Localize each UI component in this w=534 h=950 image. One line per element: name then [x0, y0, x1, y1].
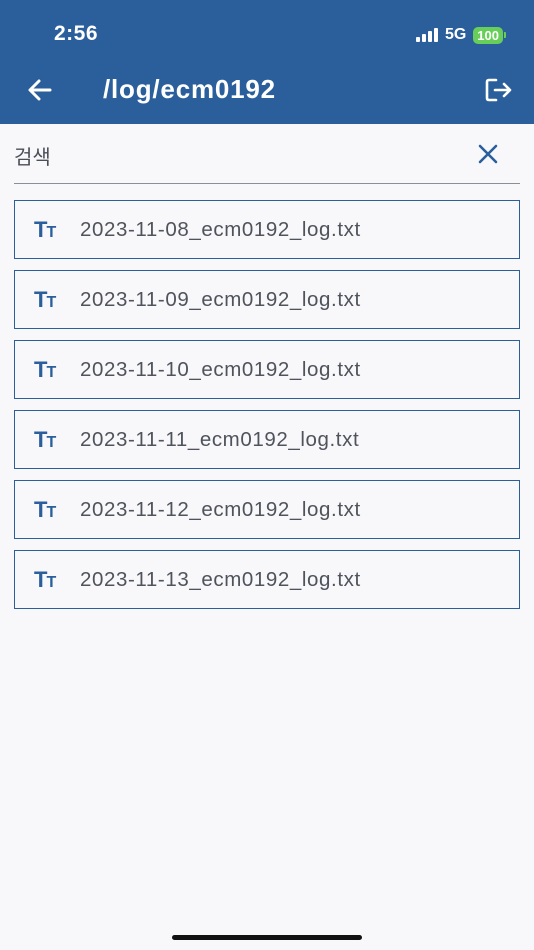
text-format-icon: TT: [34, 566, 56, 592]
search-bar: [14, 130, 520, 184]
file-name: 2023-11-10_ecm0192_log.txt: [80, 357, 361, 381]
logout-button[interactable]: [480, 72, 516, 108]
text-format-icon: TT: [34, 286, 56, 312]
text-format-icon: TT: [34, 496, 56, 522]
network-type: 5G: [444, 26, 467, 43]
logout-icon: [485, 78, 512, 102]
list-item[interactable]: TT 2023-11-09_ecm0192_log.txt: [14, 270, 520, 329]
list-item[interactable]: TT 2023-11-08_ecm0192_log.txt: [14, 200, 520, 259]
app-header: 2:56 5G 100 /log/ecm0192: [0, 0, 534, 124]
list-item[interactable]: TT 2023-11-10_ecm0192_log.txt: [14, 340, 520, 399]
battery-level: 100: [473, 26, 503, 44]
close-icon: [478, 144, 498, 164]
clear-search-button[interactable]: [474, 140, 502, 168]
battery-icon: 100: [473, 26, 506, 44]
file-list: TT 2023-11-08_ecm0192_log.txt TT 2023-11…: [14, 200, 520, 620]
list-item[interactable]: TT 2023-11-11_ecm0192_log.txt: [14, 410, 520, 469]
file-name: 2023-11-08_ecm0192_log.txt: [80, 217, 361, 241]
text-format-icon: TT: [34, 356, 56, 382]
text-format-icon: TT: [34, 216, 56, 242]
signal-icon: [415, 28, 438, 42]
file-name: 2023-11-11_ecm0192_log.txt: [80, 427, 360, 451]
file-name: 2023-11-13_ecm0192_log.txt: [80, 567, 361, 591]
file-name: 2023-11-12_ecm0192_log.txt: [80, 497, 361, 521]
home-indicator[interactable]: [172, 935, 362, 940]
page-title: /log/ecm0192: [103, 74, 276, 104]
status-indicators: 5G 100: [415, 24, 506, 46]
list-item[interactable]: TT 2023-11-13_ecm0192_log.txt: [14, 550, 520, 609]
text-format-icon: TT: [34, 426, 56, 452]
search-input[interactable]: [14, 142, 454, 172]
status-time: 2:56: [54, 22, 99, 45]
back-button[interactable]: [22, 72, 58, 108]
app-screen: 2:56 5G 100 /log/ecm0192 검색 T T 2023-11-…: [0, 0, 534, 950]
arrow-left-icon: [28, 79, 52, 101]
list-item[interactable]: TT 2023-11-12_ecm0192_log.txt: [14, 480, 520, 539]
file-name: 2023-11-09_ecm0192_log.txt: [80, 287, 361, 311]
